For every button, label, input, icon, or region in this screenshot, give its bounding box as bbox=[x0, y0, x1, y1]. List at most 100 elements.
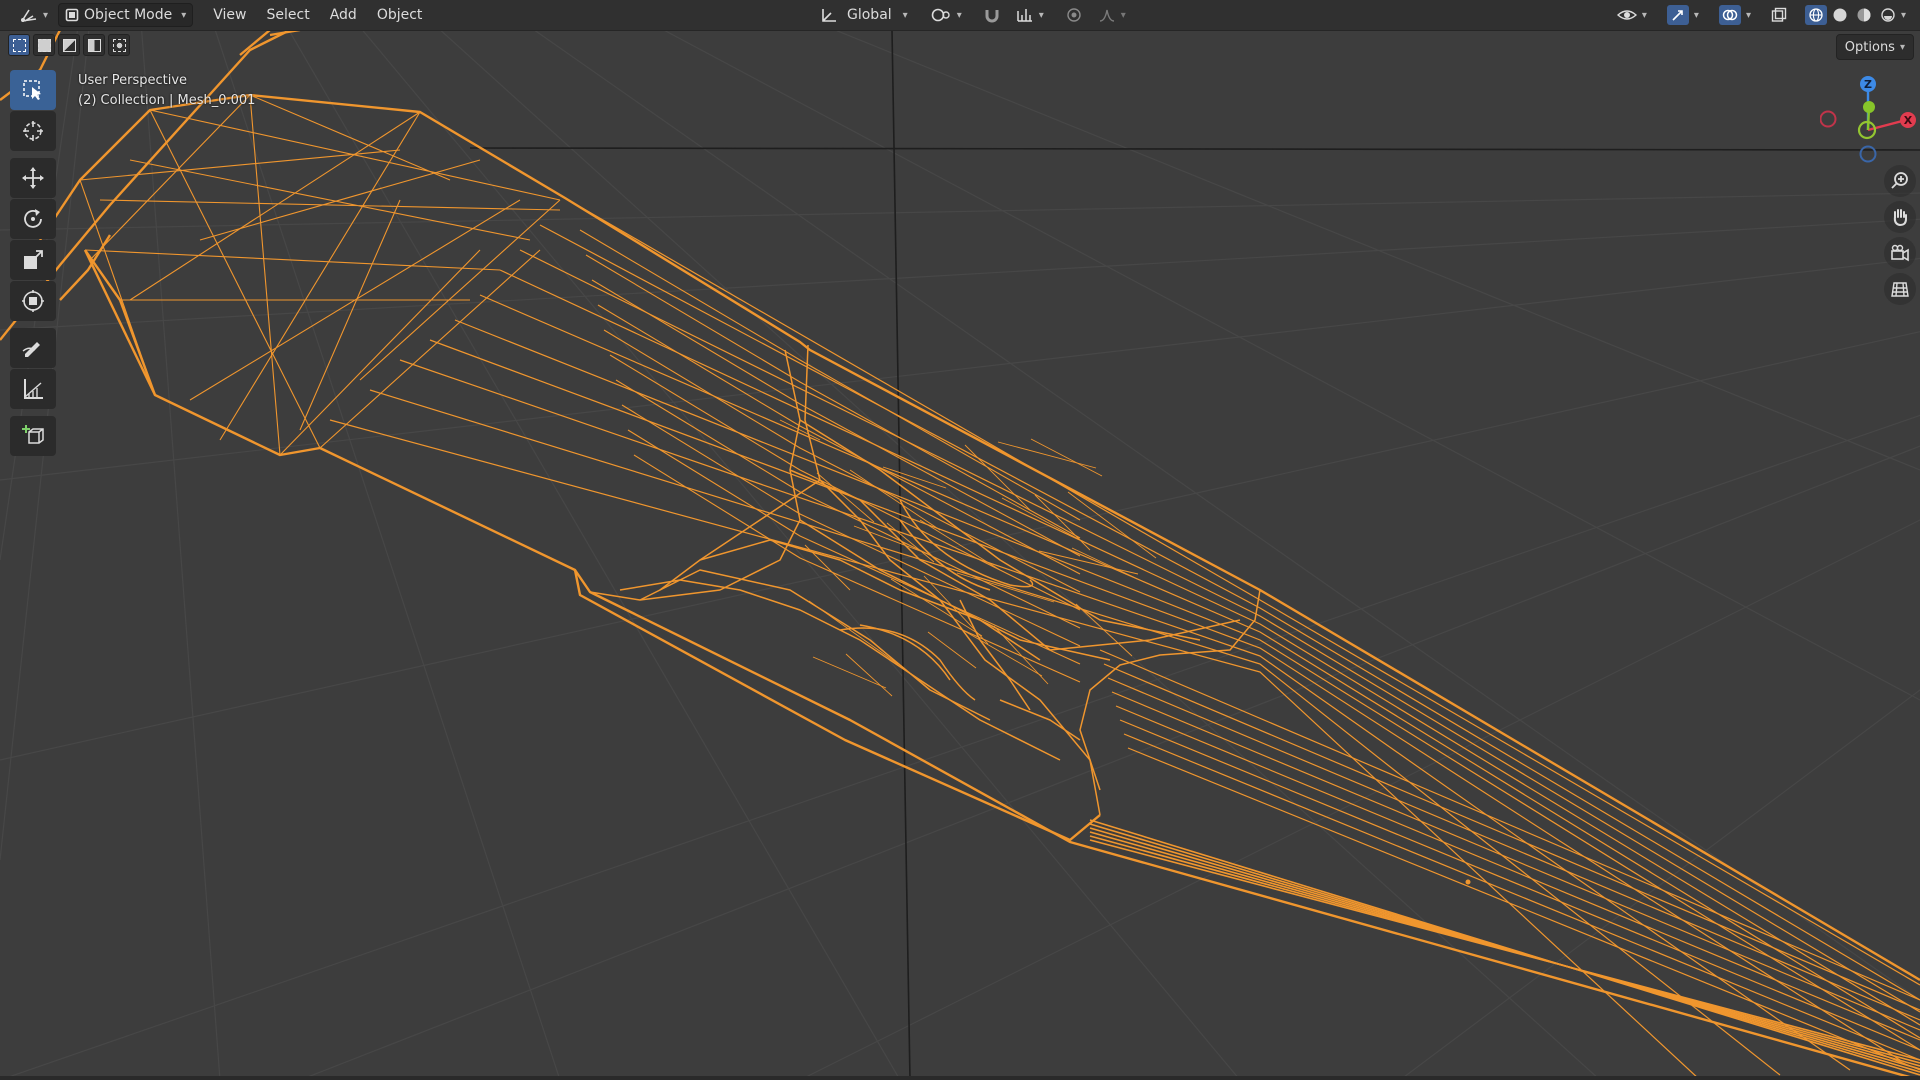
gizmo-z-label: Z bbox=[1864, 78, 1872, 91]
mesh-shaft-edge bbox=[454, 319, 1920, 1051]
transform-orientation-selector[interactable]: Global ▾ bbox=[814, 4, 914, 26]
options-dropdown[interactable]: Options ▾ bbox=[1835, 34, 1914, 60]
zoom-icon bbox=[1891, 172, 1908, 189]
shading-rendered-icon bbox=[1881, 8, 1895, 22]
shading-solid-button[interactable] bbox=[1829, 5, 1851, 25]
menu-add[interactable]: Add bbox=[320, 4, 367, 26]
options-label: Options bbox=[1844, 39, 1895, 55]
visibility-selector[interactable]: ▾ bbox=[1611, 4, 1653, 26]
mesh-block-edge bbox=[279, 199, 561, 456]
falloff-selector[interactable]: ▾ bbox=[1092, 4, 1132, 26]
mesh-shaft-edge bbox=[1103, 663, 1920, 1011]
transform-orientation-label: Global bbox=[847, 7, 892, 23]
mesh-collar-edge bbox=[1038, 550, 1139, 575]
shading-mode-group: ▾ bbox=[1799, 4, 1912, 26]
transform-orientation-icon bbox=[822, 9, 836, 22]
tool-add-cube[interactable] bbox=[10, 416, 56, 456]
header-menus: View Select Add Object bbox=[203, 4, 432, 26]
object-origin[interactable] bbox=[1465, 879, 1471, 885]
camera-view-button[interactable] bbox=[1884, 237, 1916, 269]
select-invert-button[interactable] bbox=[83, 34, 105, 56]
select-mode-buttons bbox=[8, 34, 130, 56]
gizmo-x-label: X bbox=[1904, 114, 1913, 127]
view-name: User Perspective bbox=[78, 73, 188, 88]
mesh-collar-edge bbox=[993, 625, 1049, 685]
select-extend-button[interactable] bbox=[33, 34, 55, 56]
editor-type-button[interactable]: ▾ bbox=[14, 4, 54, 26]
gizmo-toggle[interactable]: ▾ bbox=[1661, 4, 1705, 26]
cursor-icon bbox=[23, 121, 43, 141]
xray-toggle[interactable] bbox=[1765, 4, 1793, 26]
menu-select[interactable]: Select bbox=[257, 4, 320, 26]
navigation-gizmo[interactable]: Z X bbox=[1820, 72, 1920, 172]
3d-viewport[interactable] bbox=[0, 0, 1920, 1080]
select-new-button[interactable] bbox=[8, 34, 30, 56]
snap-toggle[interactable] bbox=[978, 4, 1006, 26]
mesh-block-edge bbox=[89, 94, 521, 431]
pan-button[interactable] bbox=[1884, 201, 1916, 233]
shading-solid-icon bbox=[1833, 8, 1847, 22]
proportional-edit-toggle[interactable] bbox=[1060, 4, 1088, 26]
mesh-shaft-edge bbox=[579, 229, 1081, 521]
shading-wireframe-icon bbox=[1809, 8, 1823, 22]
chevron-down-icon: ▾ bbox=[43, 9, 49, 21]
pan-hand-icon bbox=[1893, 209, 1907, 227]
shading-wireframe-button[interactable] bbox=[1804, 5, 1827, 25]
shading-rendered-button[interactable] bbox=[1877, 5, 1899, 25]
mesh-collar-edge bbox=[1075, 603, 1133, 657]
menu-object[interactable]: Object bbox=[367, 4, 433, 26]
select-new-icon bbox=[12, 38, 26, 52]
snap-increment-selector[interactable]: ▾ bbox=[1010, 4, 1050, 26]
magnet-icon bbox=[985, 10, 999, 23]
ortho-toggle-button[interactable] bbox=[1884, 273, 1916, 305]
overlay-toggle-icon bbox=[1722, 9, 1738, 21]
mesh-shaft-edge bbox=[429, 339, 1901, 1061]
chevron-down-icon[interactable]: ▾ bbox=[1901, 10, 1906, 21]
gizmo-neg-z-axis[interactable] bbox=[1859, 145, 1877, 163]
mesh-shaft-edge bbox=[597, 304, 1081, 575]
tool-measure[interactable] bbox=[10, 369, 56, 409]
mesh-collar-edge bbox=[812, 656, 887, 689]
measure-icon bbox=[24, 379, 43, 399]
move-icon bbox=[22, 167, 44, 189]
chevron-down-icon: ▾ bbox=[1745, 9, 1751, 21]
select-subtract-button[interactable] bbox=[58, 34, 80, 56]
chevron-down-icon: ▾ bbox=[181, 9, 187, 21]
ortho-grid-icon bbox=[1891, 282, 1909, 297]
shading-material-button[interactable] bbox=[1853, 5, 1875, 25]
chevron-down-icon: ▾ bbox=[1038, 9, 1044, 21]
tool-annotate[interactable] bbox=[10, 328, 56, 368]
tool-rotate[interactable] bbox=[10, 199, 56, 239]
tool-cursor[interactable] bbox=[10, 111, 56, 151]
collection-info: (2) Collection | Mesh_0.001 bbox=[78, 93, 256, 108]
mesh-collar-edge bbox=[659, 479, 821, 591]
mesh-shaft-edge bbox=[1111, 691, 1920, 1031]
tool-scale[interactable] bbox=[10, 240, 56, 280]
mesh-shaft-edge bbox=[621, 404, 1081, 647]
zoom-button[interactable] bbox=[1884, 165, 1916, 197]
viewport-bottom-edge bbox=[0, 1076, 1920, 1080]
overlay-toggle[interactable]: ▾ bbox=[1713, 4, 1757, 26]
menu-view[interactable]: View bbox=[203, 4, 256, 26]
object-mode-icon bbox=[65, 8, 79, 22]
chevron-down-icon: ▾ bbox=[956, 9, 962, 21]
tool-move[interactable] bbox=[10, 158, 56, 198]
mesh-outline-edge bbox=[573, 569, 1101, 842]
mesh-collar-edge bbox=[956, 572, 1055, 603]
select-intersect-icon bbox=[112, 38, 126, 52]
mesh-block-edge bbox=[79, 94, 421, 456]
grid-line bbox=[299, 445, 1920, 1080]
tool-select-box[interactable] bbox=[10, 70, 56, 110]
mesh-collar-edge bbox=[882, 466, 947, 489]
grid-line bbox=[0, 414, 1920, 1080]
mode-selector[interactable]: Object Mode ▾ bbox=[58, 3, 194, 27]
pivot-point-selector[interactable]: ▾ bbox=[924, 4, 968, 26]
mesh-collar-edge bbox=[1067, 491, 1157, 559]
select-intersect-button[interactable] bbox=[108, 34, 130, 56]
gizmo-y-axis[interactable] bbox=[1863, 101, 1875, 113]
mesh-collar-edge bbox=[808, 600, 899, 665]
tool-transform[interactable] bbox=[10, 281, 56, 321]
gizmo-neg-x-axis[interactable] bbox=[1820, 110, 1837, 128]
transform-icon bbox=[22, 290, 44, 312]
mesh-collar-edge bbox=[859, 624, 951, 681]
